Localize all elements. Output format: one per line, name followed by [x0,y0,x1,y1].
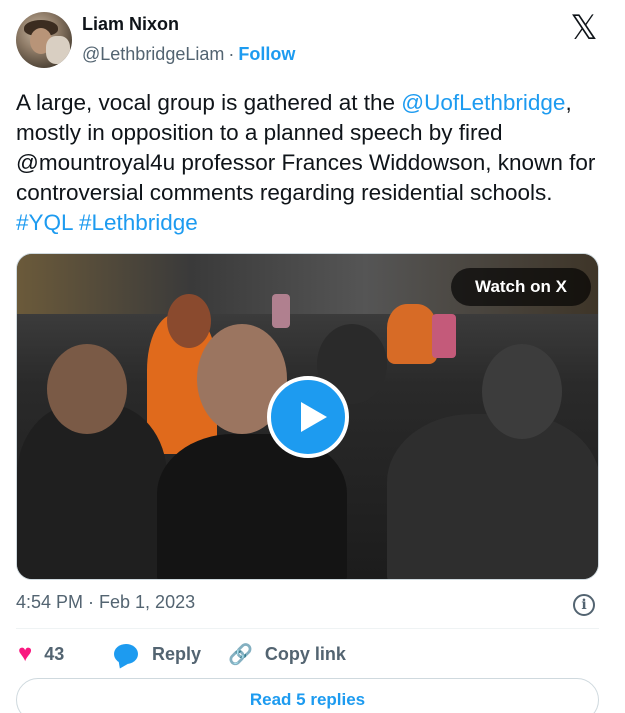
copy-link-label: Copy link [264,643,346,664]
crowd-figure [167,294,211,348]
x-logo-icon[interactable]: 𝕏 [568,11,600,45]
info-icon[interactable]: i [573,594,595,616]
watch-on-x-button[interactable]: Watch on X [451,268,591,306]
crowd-figure [387,414,598,579]
author-handle-row: @LethbridgeLiam · Follow [82,44,295,65]
crowd-figure [432,314,456,358]
crowd-figure [482,344,562,439]
link-icon: 🔗 [228,643,253,666]
like-count: 43 [44,643,65,664]
reply-label: Reply [152,643,202,664]
mention-link[interactable]: @UofLethbridge [401,90,565,115]
author-name[interactable]: Liam Nixon [82,14,179,35]
like-button[interactable]: ♥ 43 [18,640,64,668]
play-icon[interactable] [267,376,349,458]
action-bar: ♥ 43 Reply 🔗 Copy link [16,640,599,668]
crowd-figure [272,294,290,328]
avatar-animal [46,36,70,64]
avatar[interactable] [16,12,72,68]
tweet-text-part: A large, vocal group is gathered at the [16,90,402,115]
follow-button[interactable]: Follow [238,44,295,64]
crowd-figure [387,304,437,364]
tweet-timestamp[interactable]: 4:54 PM · Feb 1, 2023 [16,592,195,613]
author-handle[interactable]: @LethbridgeLiam [82,44,224,64]
play-triangle [301,402,327,432]
heart-icon: ♥ [18,640,33,667]
separator-dot: · [228,44,235,64]
tweet-card: Liam Nixon @LethbridgeLiam · Follow 𝕏 A la… [0,0,625,713]
hashtag-link[interactable]: #YQL [16,210,73,235]
divider [16,628,599,629]
reply-button[interactable]: Reply [114,640,201,668]
read-replies-button[interactable]: Read 5 replies [16,678,599,713]
crowd-figure [47,344,127,434]
copy-link-button[interactable]: 🔗 Copy link [228,640,346,668]
hashtag-link[interactable]: #Lethbridge [79,210,198,235]
tweet-text: A large, vocal group is gathered at the … [16,88,606,238]
reply-bubble-icon [114,644,138,664]
